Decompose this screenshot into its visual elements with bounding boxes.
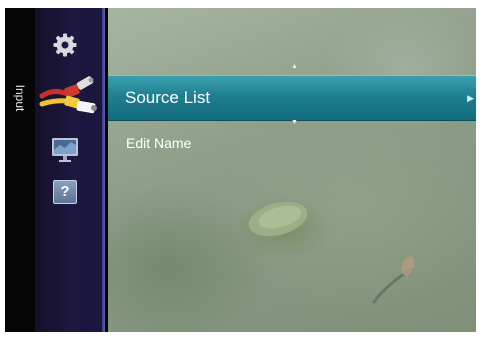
scroll-up-icon[interactable]: ▲ [291, 63, 298, 70]
side-label: Input [7, 78, 33, 118]
menu-item-edit-name[interactable]: Edit Name [108, 131, 476, 157]
help-glyph: ? [60, 183, 70, 200]
section-label-input: Input [13, 84, 27, 112]
input-cable-icon[interactable] [39, 74, 99, 118]
background-twig-image [371, 256, 415, 304]
menu-item-label: Source List [125, 88, 211, 107]
tv-menu-screen: Input ? ▲ Source List ▶ ▼ Edit Name [5, 8, 476, 332]
background-leaf-image [248, 201, 308, 237]
menu-content-area: ▲ Source List ▶ ▼ Edit Name [108, 8, 476, 332]
menu-icon-column: ? [35, 8, 105, 332]
side-label-strip: Input [5, 8, 35, 332]
gear-icon[interactable] [52, 32, 78, 58]
chevron-right-icon: ▶ [467, 93, 474, 103]
help-icon[interactable]: ? [53, 180, 77, 204]
monitor-icon[interactable] [51, 136, 79, 164]
menu-item-source-list[interactable]: Source List ▶ [108, 75, 476, 121]
scroll-down-icon[interactable]: ▼ [291, 119, 298, 126]
menu-item-label: Edit Name [126, 135, 192, 151]
